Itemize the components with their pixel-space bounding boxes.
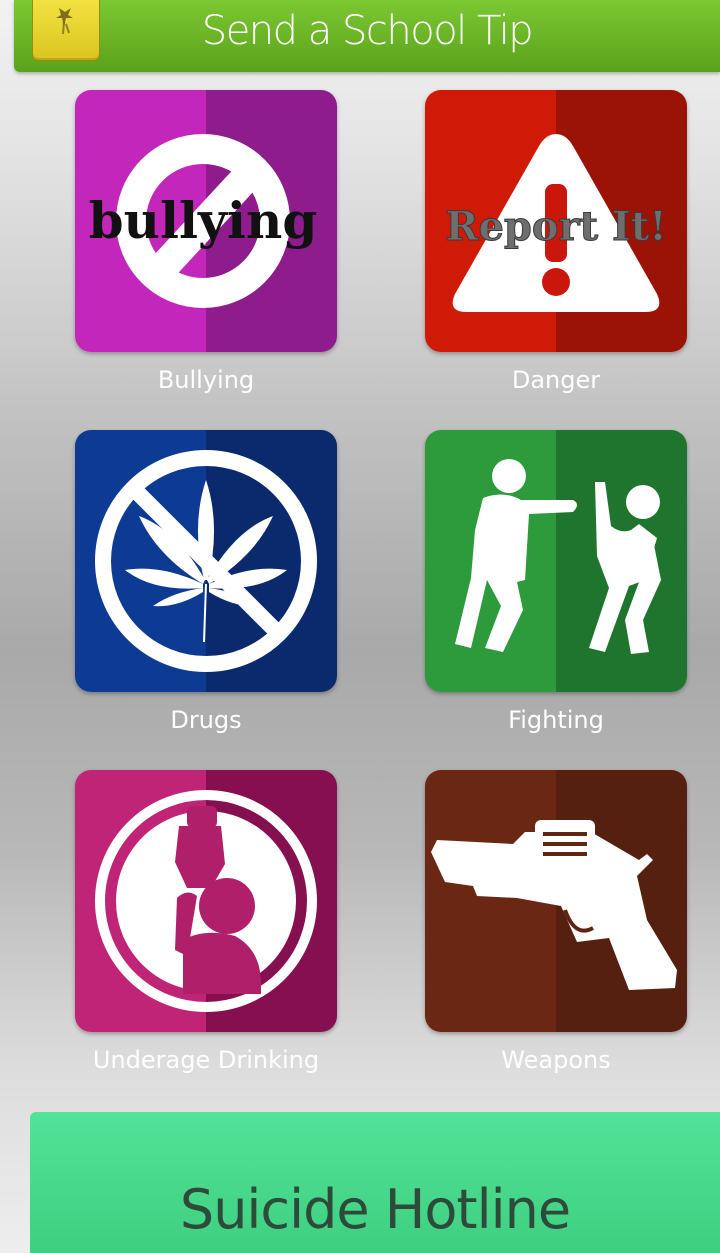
tile-label-danger: Danger bbox=[511, 366, 601, 394]
no-drugs-icon bbox=[95, 450, 317, 672]
underage-drinking-tile[interactable] bbox=[75, 770, 337, 1032]
tile-label-bullying: Bullying bbox=[157, 366, 255, 394]
report-it-icon-text: Report It! bbox=[445, 203, 667, 250]
tile-label-drugs: Drugs bbox=[170, 706, 242, 734]
weapon-gun-icon bbox=[431, 820, 677, 990]
tile-label-underage-drinking: Underage Drinking bbox=[92, 1046, 320, 1074]
fighting-icon bbox=[455, 459, 661, 654]
bullying-tile[interactable]: bullying bbox=[75, 90, 337, 352]
weapons-tile[interactable] bbox=[425, 770, 687, 1032]
app-header: Send a School Tip bbox=[14, 0, 720, 72]
danger-tile[interactable]: Report It! bbox=[425, 90, 687, 352]
no-bullying-icon: bullying bbox=[89, 134, 318, 308]
danger-warning-icon: Report It! bbox=[445, 134, 667, 312]
suicide-hotline-label: Suicide Hotline bbox=[179, 1178, 571, 1241]
suicide-hotline-button[interactable]: Suicide Hotline bbox=[30, 1112, 720, 1253]
drugs-tile[interactable] bbox=[75, 430, 337, 692]
bullying-icon-text: bullying bbox=[89, 191, 318, 250]
tile-label-fighting: Fighting bbox=[508, 706, 604, 734]
fighting-tile[interactable] bbox=[425, 430, 687, 692]
page-title: Send a School Tip bbox=[201, 8, 534, 54]
tile-label-weapons: Weapons bbox=[501, 1046, 611, 1074]
underage-drinking-icon bbox=[95, 790, 317, 1012]
